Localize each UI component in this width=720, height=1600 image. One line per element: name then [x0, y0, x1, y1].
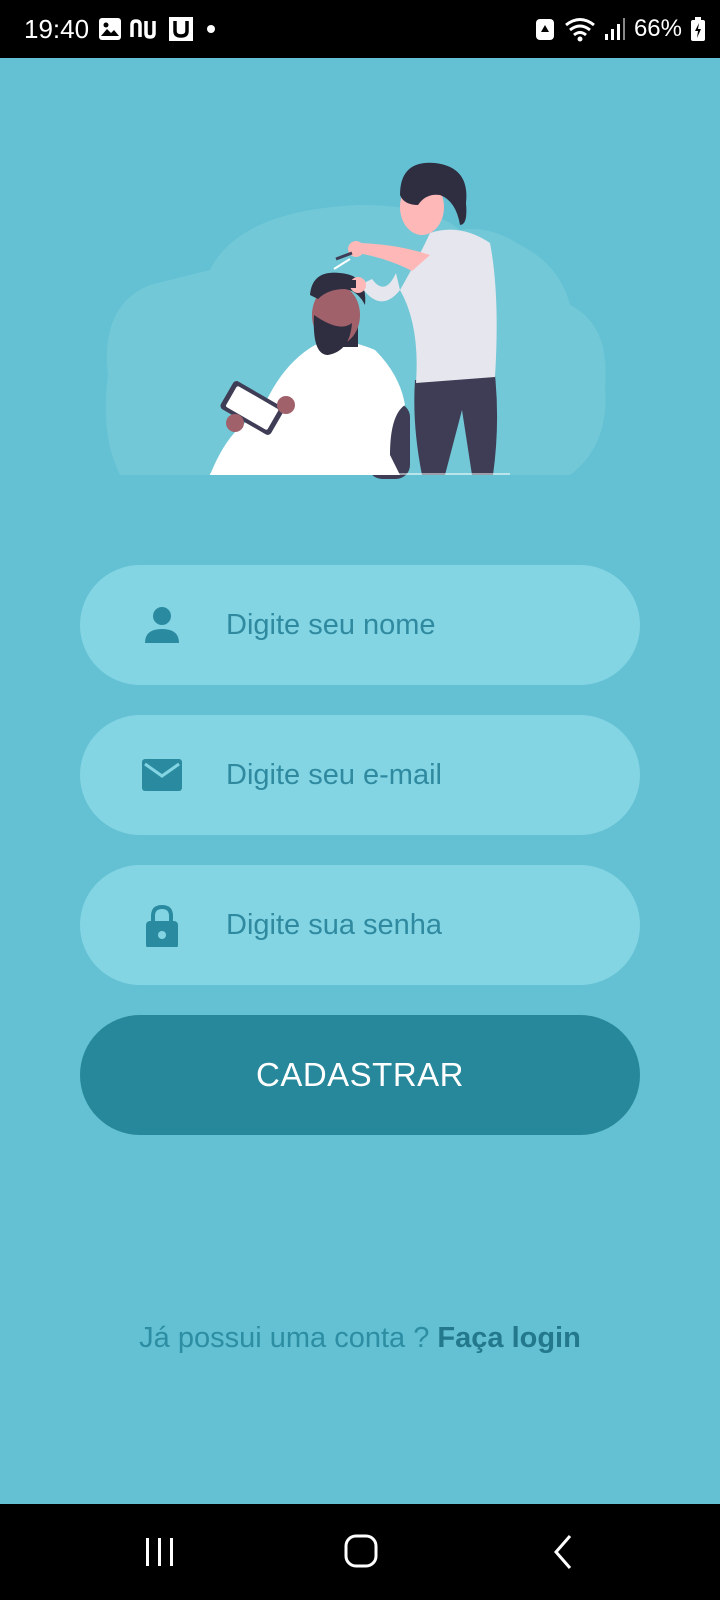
back-icon[interactable]: [540, 1530, 588, 1574]
notification-icons: [98, 15, 220, 43]
battery-percent: 66%: [633, 15, 682, 42]
name-input[interactable]: [226, 565, 606, 685]
barber-illustration-art: [105, 162, 606, 479]
nu-icon: [130, 19, 156, 39]
login-prompt: Já possui uma conta ? Faça login: [0, 1318, 720, 1358]
u-icon: [169, 17, 193, 41]
dot-icon: [207, 25, 215, 33]
lock-icon: [146, 904, 178, 947]
name-field[interactable]: [80, 565, 640, 685]
battery-icon: [691, 17, 705, 41]
password-input[interactable]: [226, 865, 606, 985]
recent-apps-icon[interactable]: [136, 1530, 184, 1574]
home-icon[interactable]: [338, 1530, 386, 1574]
barber-illustration: [100, 155, 620, 485]
email-input[interactable]: [226, 715, 606, 835]
image-icon: [99, 18, 121, 40]
status-time: 19:40: [24, 14, 90, 44]
system-status: 66%: [534, 12, 706, 46]
email-icon: [142, 759, 182, 791]
login-link[interactable]: Faça login: [437, 1322, 580, 1354]
email-field[interactable]: [80, 715, 640, 835]
password-field[interactable]: [80, 865, 640, 985]
status-bar: 19:40 66%: [0, 0, 720, 58]
register-button-label: CADASTRAR: [255, 1056, 465, 1093]
register-button[interactable]: CADASTRAR: [80, 1015, 640, 1135]
person-icon: [145, 607, 179, 643]
navigation-bar: [0, 1504, 720, 1600]
alarm-icon: [535, 19, 554, 40]
wifi-icon: [565, 18, 595, 42]
login-prompt-text: Já possui uma conta ?: [139, 1322, 430, 1354]
signal-icon: [604, 18, 625, 40]
